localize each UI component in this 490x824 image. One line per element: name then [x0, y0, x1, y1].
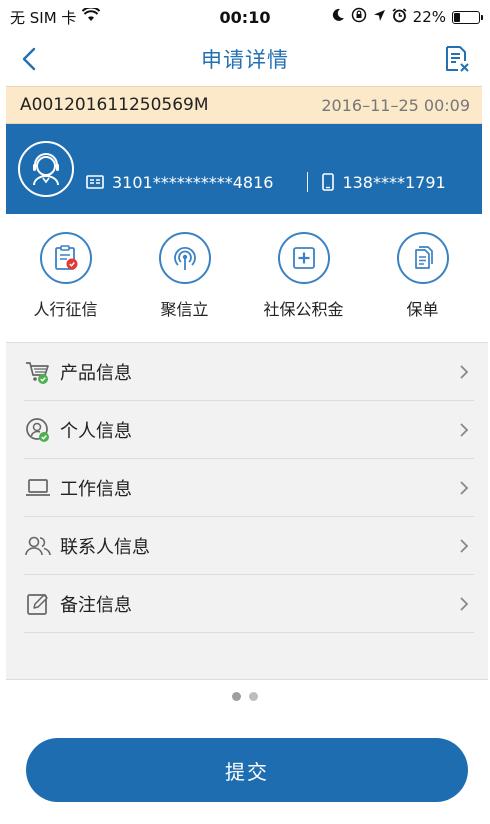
chevron-right-icon: [454, 536, 474, 556]
back-button[interactable]: [14, 44, 44, 74]
laptop-icon: [24, 474, 52, 502]
status-time: 00:10: [219, 7, 271, 27]
chevron-right-icon: [454, 420, 474, 440]
carrier-label: 无 SIM 卡: [10, 8, 77, 27]
chevron-left-icon: [22, 47, 36, 71]
list-label: 产品信息: [60, 362, 132, 384]
list-item-remark-info[interactable]: 备注信息: [24, 575, 474, 633]
phone-icon: [322, 173, 335, 191]
id-card-icon: [86, 175, 104, 189]
credit-report-icon: [39, 232, 92, 284]
nav-bar: 申请详情: [0, 34, 490, 84]
chevron-right-icon: [454, 594, 474, 614]
quick-item-insurance-policy[interactable]: 保单: [368, 232, 478, 332]
page-dot-2[interactable]: [249, 691, 258, 701]
page-title: 申请详情: [201, 48, 289, 72]
info-divider: [307, 172, 309, 192]
quick-label: 聚信立: [160, 300, 209, 319]
list-label: 联系人信息: [60, 536, 150, 558]
social-security-icon: [277, 232, 330, 284]
quick-item-credit-report[interactable]: 人行征信: [11, 232, 121, 332]
submit-button[interactable]: 提交: [26, 738, 468, 802]
user-card: 3101**********4816 138****1791: [6, 124, 482, 214]
document-cancel-button[interactable]: [442, 44, 472, 74]
customer-service-icon: [33, 153, 59, 186]
battery-level: [454, 12, 460, 22]
list-label: 备注信息: [60, 594, 132, 616]
edit-note-icon: [24, 590, 52, 618]
battery-icon: [452, 10, 483, 24]
status-left: 无 SIM 卡: [10, 6, 190, 28]
list-item-contacts-info[interactable]: 联系人信息: [24, 517, 474, 575]
insurance-policy-icon: [396, 232, 449, 284]
moon-icon: [331, 8, 345, 26]
alarm-icon: [392, 7, 407, 27]
cart-check-icon: [24, 358, 52, 386]
list-label: 个人信息: [60, 420, 132, 442]
info-list: 产品信息 个人信息 工作信息 联系人信息 备注信息: [6, 342, 488, 680]
quick-item-aggregator[interactable]: 聚信立: [130, 232, 240, 332]
list-item-product-info[interactable]: 产品信息: [24, 343, 474, 401]
list-label: 工作信息: [60, 478, 132, 500]
avatar: [18, 141, 74, 197]
order-bar: A001201611250569M 2016–11–25 00:09: [6, 86, 482, 124]
person-check-icon: [24, 416, 52, 444]
quick-actions: 人行征信 聚信立 社保公积金 保单: [6, 232, 482, 332]
quick-item-social-security[interactable]: 社保公积金: [249, 232, 359, 332]
chevron-right-icon: [454, 362, 474, 382]
aggregator-icon: [158, 232, 211, 284]
order-id: A001201611250569M: [20, 95, 209, 115]
chevron-right-icon: [454, 478, 474, 498]
quick-label: 保单: [406, 300, 439, 319]
phone-number: 138****1791: [342, 172, 446, 192]
order-time: 2016–11–25 00:09: [321, 95, 470, 115]
list-item-personal-info[interactable]: 个人信息: [24, 401, 474, 459]
id-number: 3101**********4816: [112, 172, 274, 192]
contacts-icon: [24, 532, 52, 560]
document-cancel-icon: [446, 46, 469, 72]
page-indicator: [0, 688, 490, 704]
rotation-lock-icon: [351, 7, 367, 27]
page-dot-1[interactable]: [232, 691, 241, 701]
status-bar: 无 SIM 卡 00:10 22%: [0, 0, 490, 34]
battery-percent: 22%: [412, 8, 446, 26]
wifi-icon: [82, 6, 101, 26]
quick-label: 人行征信: [33, 300, 98, 319]
quick-label: 社保公积金: [263, 300, 344, 319]
location-icon: [373, 8, 386, 26]
user-info-row: 3101**********4816 138****1791: [86, 172, 446, 192]
list-item-work-info[interactable]: 工作信息: [24, 459, 474, 517]
status-right: 22%: [300, 7, 483, 27]
